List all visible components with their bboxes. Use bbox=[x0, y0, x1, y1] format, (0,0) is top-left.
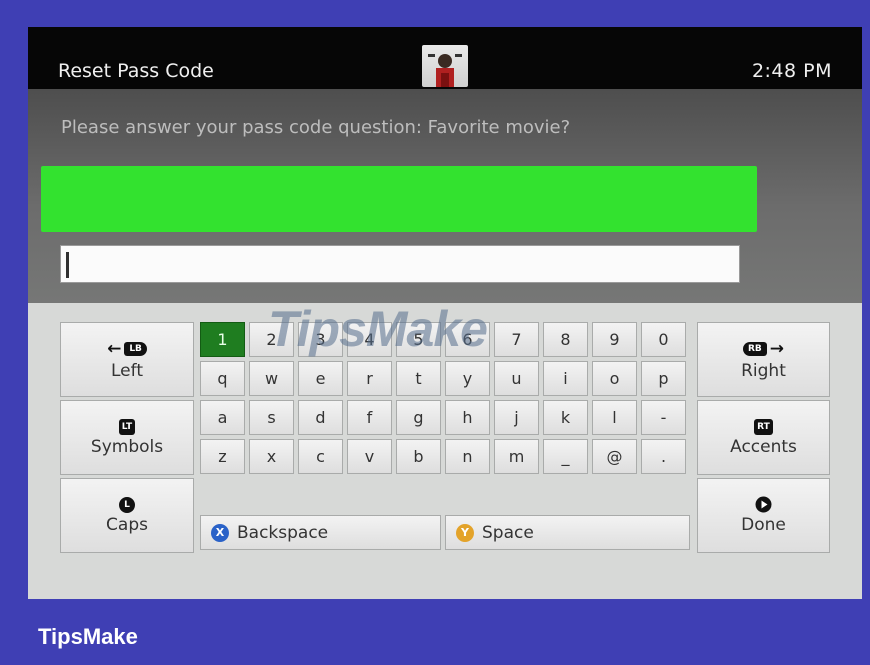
pass-code-answer-input[interactable] bbox=[60, 245, 740, 283]
left-button[interactable]: ← LB Left bbox=[60, 322, 194, 397]
key[interactable]: x bbox=[249, 439, 294, 474]
done-button[interactable]: Done bbox=[697, 478, 830, 553]
key[interactable]: p bbox=[641, 361, 686, 396]
lb-button-icon: LB bbox=[124, 341, 147, 356]
caps-button[interactable]: L Caps bbox=[60, 478, 194, 553]
key[interactable]: j bbox=[494, 400, 539, 435]
caps-label: Caps bbox=[106, 514, 148, 535]
key[interactable]: d bbox=[298, 400, 343, 435]
key[interactable]: g bbox=[396, 400, 441, 435]
arrow-left-icon: ← bbox=[107, 338, 122, 359]
key[interactable]: l bbox=[592, 400, 637, 435]
symbols-label: Symbols bbox=[90, 436, 164, 457]
gamer-avatar-icon bbox=[422, 45, 468, 87]
key[interactable]: f bbox=[347, 400, 392, 435]
key[interactable]: 1 bbox=[200, 322, 245, 357]
space-label: Space bbox=[482, 522, 534, 543]
arrow-right-icon: → bbox=[769, 338, 785, 359]
key[interactable]: s bbox=[249, 400, 294, 435]
key[interactable]: k bbox=[543, 400, 588, 435]
key[interactable]: v bbox=[347, 439, 392, 474]
key[interactable]: 9 bbox=[592, 322, 637, 357]
accents-label: Accents bbox=[730, 436, 797, 457]
input-focus-highlight bbox=[41, 166, 757, 232]
right-button[interactable]: RB → Right bbox=[697, 322, 830, 397]
key[interactable]: u bbox=[494, 361, 539, 396]
key[interactable]: . bbox=[641, 439, 686, 474]
y-button-icon: Y bbox=[456, 523, 474, 542]
key[interactable]: t bbox=[396, 361, 441, 396]
key[interactable]: o bbox=[592, 361, 637, 396]
key[interactable]: a bbox=[200, 400, 245, 435]
key[interactable]: 7 bbox=[494, 322, 539, 357]
title-bar: Reset Pass Code 2:48 PM bbox=[28, 27, 862, 89]
rb-button-icon: RB bbox=[742, 341, 767, 356]
key[interactable]: n bbox=[445, 439, 490, 474]
x-button-icon: X bbox=[211, 523, 229, 542]
key[interactable]: b bbox=[396, 439, 441, 474]
rt-trigger-icon: RT bbox=[754, 418, 773, 435]
key[interactable]: q bbox=[200, 361, 245, 396]
right-label: Right bbox=[741, 360, 786, 381]
key[interactable]: r bbox=[347, 361, 392, 396]
key[interactable]: @ bbox=[592, 439, 637, 474]
key[interactable]: - bbox=[641, 400, 686, 435]
footer-brand: TipsMake bbox=[38, 624, 138, 649]
done-label: Done bbox=[741, 515, 786, 535]
start-button-icon bbox=[755, 496, 772, 513]
symbols-button[interactable]: LT Symbols bbox=[60, 400, 194, 475]
backspace-button[interactable]: X Backspace bbox=[200, 515, 441, 550]
key[interactable]: y bbox=[445, 361, 490, 396]
text-cursor bbox=[66, 252, 69, 278]
key[interactable]: 0 bbox=[641, 322, 686, 357]
accents-button[interactable]: RT Accents bbox=[697, 400, 830, 475]
key[interactable]: m bbox=[494, 439, 539, 474]
watermark: TipsMake bbox=[268, 301, 488, 357]
backspace-label: Backspace bbox=[237, 522, 329, 543]
key[interactable]: h bbox=[445, 400, 490, 435]
left-label: Left bbox=[111, 360, 143, 381]
pass-code-question: Please answer your pass code question: F… bbox=[61, 117, 571, 138]
key[interactable]: 8 bbox=[543, 322, 588, 357]
lt-trigger-icon: LT bbox=[118, 418, 136, 435]
screen-title: Reset Pass Code bbox=[58, 60, 214, 82]
key[interactable]: i bbox=[543, 361, 588, 396]
key[interactable]: z bbox=[200, 439, 245, 474]
clock: 2:48 PM bbox=[751, 60, 832, 82]
left-stick-icon: L bbox=[119, 496, 135, 513]
space-button[interactable]: Y Space bbox=[445, 515, 690, 550]
key[interactable]: _ bbox=[543, 439, 588, 474]
key[interactable]: c bbox=[298, 439, 343, 474]
key[interactable]: w bbox=[249, 361, 294, 396]
key[interactable]: e bbox=[298, 361, 343, 396]
